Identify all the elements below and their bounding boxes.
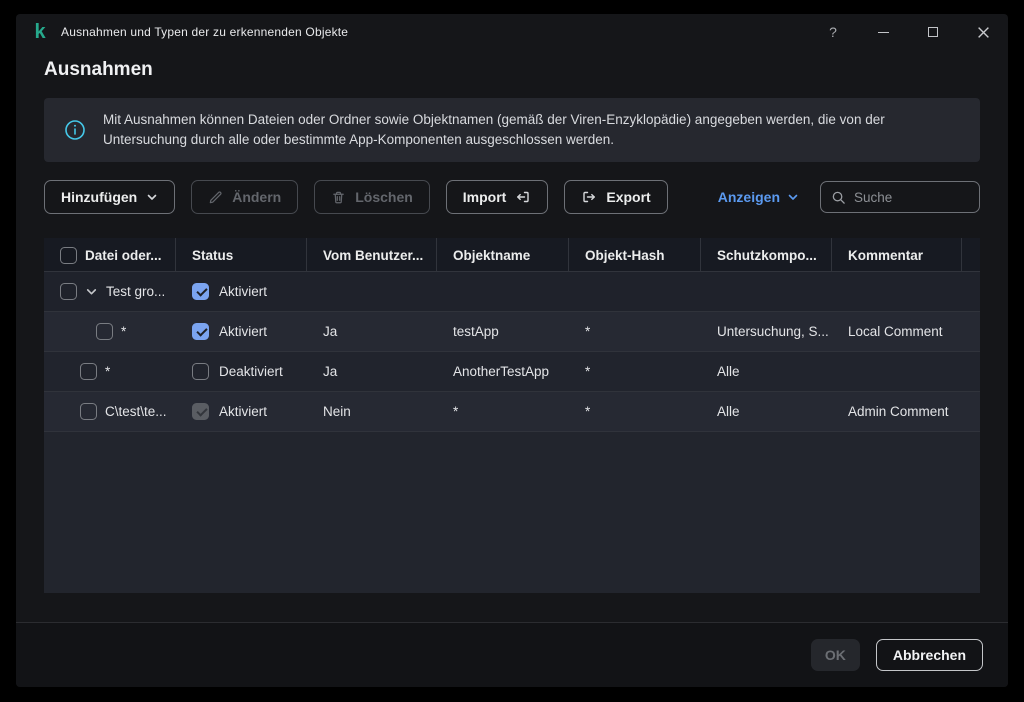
- close-icon: [977, 26, 990, 39]
- info-icon: [64, 119, 86, 141]
- table-header-row: Datei oder... Status Vom Benutzer... Obj…: [44, 238, 980, 272]
- status-label: Aktiviert: [219, 284, 267, 299]
- info-banner-text: Mit Ausnahmen können Dateien oder Ordner…: [103, 110, 953, 150]
- entry-name: *: [121, 324, 126, 339]
- cell-object: AnotherTestApp: [437, 352, 569, 391]
- cell-hash: *: [569, 392, 701, 431]
- footer: OK Abbrechen: [16, 623, 1008, 687]
- toolbar: Hinzufügen Ändern Löschen Import Export: [44, 180, 980, 214]
- table-row[interactable]: * Aktiviert Ja testApp * Untersuchung, S…: [44, 312, 980, 352]
- cell-user: Nein: [307, 392, 437, 431]
- edit-button[interactable]: Ändern: [191, 180, 298, 214]
- cell-components: [701, 272, 832, 311]
- export-button[interactable]: Export: [564, 180, 667, 214]
- cell-comment: Admin Comment: [832, 392, 962, 431]
- cell-object: testApp: [437, 312, 569, 351]
- cell-comment: Local Comment: [832, 312, 962, 351]
- row-checkbox[interactable]: [80, 363, 97, 380]
- header-status[interactable]: Status: [176, 238, 307, 272]
- cell-comment: [832, 352, 962, 391]
- page-title: Ausnahmen: [44, 59, 153, 81]
- export-icon: [581, 189, 597, 205]
- header-spacer: [962, 238, 986, 272]
- cell-components: Untersuchung, S...: [701, 312, 832, 351]
- row-checkbox[interactable]: [60, 283, 77, 300]
- trash-icon: [331, 190, 346, 205]
- dialog-window: k Ausnahmen und Typen der zu erkennenden…: [16, 14, 1008, 687]
- search-icon: [831, 190, 846, 205]
- maximize-button[interactable]: [920, 19, 946, 45]
- table-row[interactable]: * Deaktiviert Ja AnotherTestApp * Alle: [44, 352, 980, 392]
- status-checkbox[interactable]: [192, 403, 209, 420]
- entry-name: C\test\te...: [105, 404, 167, 419]
- add-button[interactable]: Hinzufügen: [44, 180, 175, 214]
- header-object-name[interactable]: Objektname: [437, 238, 569, 272]
- cell-user: Ja: [307, 312, 437, 351]
- cell-object: *: [437, 392, 569, 431]
- delete-button[interactable]: Löschen: [314, 180, 430, 214]
- table-row[interactable]: Test gro... Aktiviert: [44, 272, 980, 312]
- cell-hash: [569, 272, 701, 311]
- cell-comment: [832, 272, 962, 311]
- status-checkbox[interactable]: [192, 283, 209, 300]
- exclusions-table: Datei oder... Status Vom Benutzer... Obj…: [44, 238, 980, 593]
- entry-name: *: [105, 364, 110, 379]
- table-empty-area: [44, 432, 980, 592]
- pencil-icon: [208, 190, 223, 205]
- header-object-hash[interactable]: Objekt-Hash: [569, 238, 701, 272]
- show-dropdown[interactable]: Anzeigen: [718, 189, 799, 205]
- info-banner: Mit Ausnahmen können Dateien oder Ordner…: [44, 98, 980, 162]
- ok-button[interactable]: OK: [811, 639, 860, 671]
- import-button[interactable]: Import: [446, 180, 549, 214]
- chevron-down-icon: [787, 191, 799, 203]
- status-checkbox[interactable]: [192, 323, 209, 340]
- table-row[interactable]: C\test\te... Aktiviert Nein * * Alle Adm…: [44, 392, 980, 432]
- header-file-or-folder[interactable]: Datei oder...: [44, 238, 176, 272]
- status-checkbox[interactable]: [192, 363, 209, 380]
- search-box: [820, 181, 980, 213]
- status-label: Aktiviert: [219, 404, 267, 419]
- close-button[interactable]: [970, 19, 996, 45]
- status-label: Aktiviert: [219, 324, 267, 339]
- expand-chevron-icon[interactable]: [85, 285, 98, 298]
- search-input[interactable]: [854, 190, 969, 205]
- delete-button-label: Löschen: [355, 189, 413, 205]
- cell-hash: *: [569, 312, 701, 351]
- import-icon: [515, 189, 531, 205]
- titlebar: k Ausnahmen und Typen der zu erkennenden…: [16, 14, 1008, 50]
- chevron-down-icon: [146, 191, 158, 203]
- select-all-checkbox[interactable]: [60, 247, 77, 264]
- status-label: Deaktiviert: [219, 364, 283, 379]
- row-checkbox[interactable]: [96, 323, 113, 340]
- cell-components: Alle: [701, 392, 832, 431]
- cell-user: [307, 272, 437, 311]
- export-button-label: Export: [606, 189, 650, 205]
- header-components[interactable]: Schutzkompo...: [701, 238, 832, 272]
- header-user-defined[interactable]: Vom Benutzer...: [307, 238, 437, 272]
- group-name: Test gro...: [106, 284, 165, 299]
- kaspersky-logo-icon: k: [30, 22, 50, 42]
- header-label: Datei oder...: [85, 248, 162, 263]
- add-button-label: Hinzufügen: [61, 189, 137, 205]
- window-title: Ausnahmen und Typen der zu erkennenden O…: [61, 25, 348, 39]
- header-comment[interactable]: Kommentar: [832, 238, 962, 272]
- cancel-button[interactable]: Abbrechen: [876, 639, 983, 671]
- cell-object: [437, 272, 569, 311]
- maximize-icon: [928, 27, 938, 37]
- edit-button-label: Ändern: [232, 189, 281, 205]
- row-checkbox[interactable]: [80, 403, 97, 420]
- import-button-label: Import: [463, 189, 507, 205]
- help-button[interactable]: ?: [820, 19, 846, 45]
- cell-user: Ja: [307, 352, 437, 391]
- minimize-button[interactable]: [870, 19, 896, 45]
- show-dropdown-label: Anzeigen: [718, 189, 780, 205]
- cell-components: Alle: [701, 352, 832, 391]
- cell-hash: *: [569, 352, 701, 391]
- minimize-icon: [878, 32, 889, 33]
